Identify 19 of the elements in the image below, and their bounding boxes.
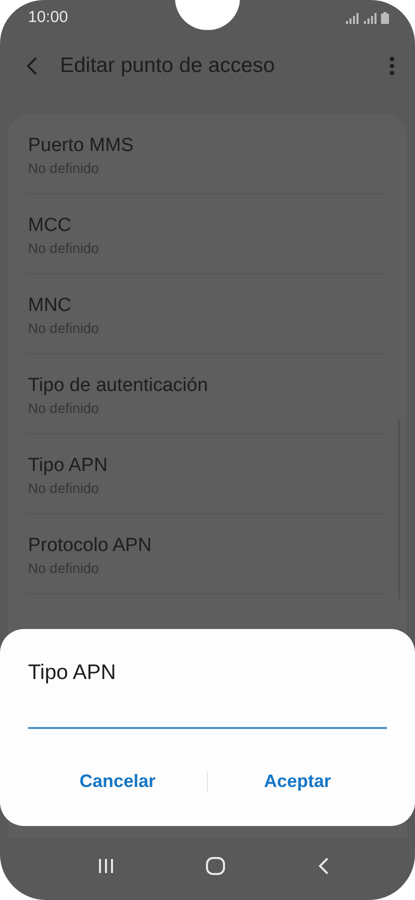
dialog-button[interactable]: Cancelar [28,763,207,800]
recent-apps-icon[interactable] [98,858,114,874]
signal-icon [345,13,359,24]
back-button[interactable] [26,56,38,76]
status-time: 10:00 [28,9,68,27]
setting-title: Puerto MMS [28,134,135,156]
dialog-title: Tipo APN [28,661,117,685]
dialog-button[interactable]: Aceptar [208,763,387,800]
back-icon[interactable] [318,857,329,875]
battery-icon [381,12,389,24]
setting-title: Tipo de autenticación [28,374,209,396]
setting-title: Tipo APN [28,454,109,476]
more-options-button[interactable] [389,56,395,76]
home-icon[interactable] [206,857,226,875]
signal-icon [363,13,377,24]
setting-title: MCC [28,214,72,236]
setting-title: MNC [28,294,72,316]
setting-title: Protocolo APN [28,534,153,556]
page-title: Editar punto de acceso [60,54,276,78]
